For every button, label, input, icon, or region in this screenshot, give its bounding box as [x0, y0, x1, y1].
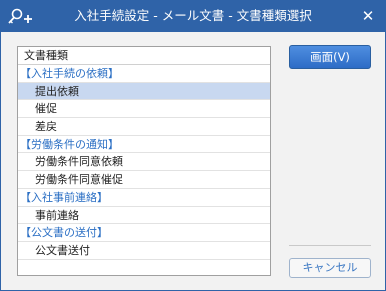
dialog-window: 入社手続設定 - メール文書 - 文書種類選択 ✕ 文書種類 【入社手続の依頼】…	[0, 0, 386, 291]
close-icon[interactable]: ✕	[357, 5, 379, 27]
title-bar[interactable]: 入社手続設定 - メール文書 - 文書種類選択 ✕	[1, 1, 385, 32]
list-item[interactable]: 事前連絡	[18, 207, 270, 225]
view-button[interactable]: 画面(V)	[289, 45, 371, 69]
list-group-header: 【労働条件の通知】	[18, 136, 270, 154]
list-item[interactable]: 催促	[18, 100, 270, 119]
dialog-title: 入社手続設定 - メール文書 - 文書種類選択	[74, 8, 312, 23]
list-group-header: 【公文書の送付】	[18, 224, 270, 242]
list-item[interactable]: 労働条件同意催促	[18, 171, 270, 189]
list-header: 文書種類	[18, 47, 270, 65]
list-empty-row	[18, 260, 270, 275]
cancel-button[interactable]: キャンセル	[289, 258, 371, 278]
list-group-header: 【入社手続の依頼】	[18, 65, 270, 83]
document-type-list[interactable]: 文書種類 【入社手続の依頼】 提出依頼 催促 差戻 【労働条件の通知】 労働条件同意依頼労…	[17, 46, 271, 276]
list-group-header: 【入社事前連絡】	[18, 189, 270, 207]
button-separator	[289, 245, 371, 246]
list-item[interactable]: 差戻	[18, 118, 270, 136]
list-item[interactable]: 労働条件同意依頼	[18, 153, 270, 172]
list-item[interactable]: 公文書送付	[18, 242, 270, 260]
list-item[interactable]: 提出依頼	[18, 82, 270, 101]
